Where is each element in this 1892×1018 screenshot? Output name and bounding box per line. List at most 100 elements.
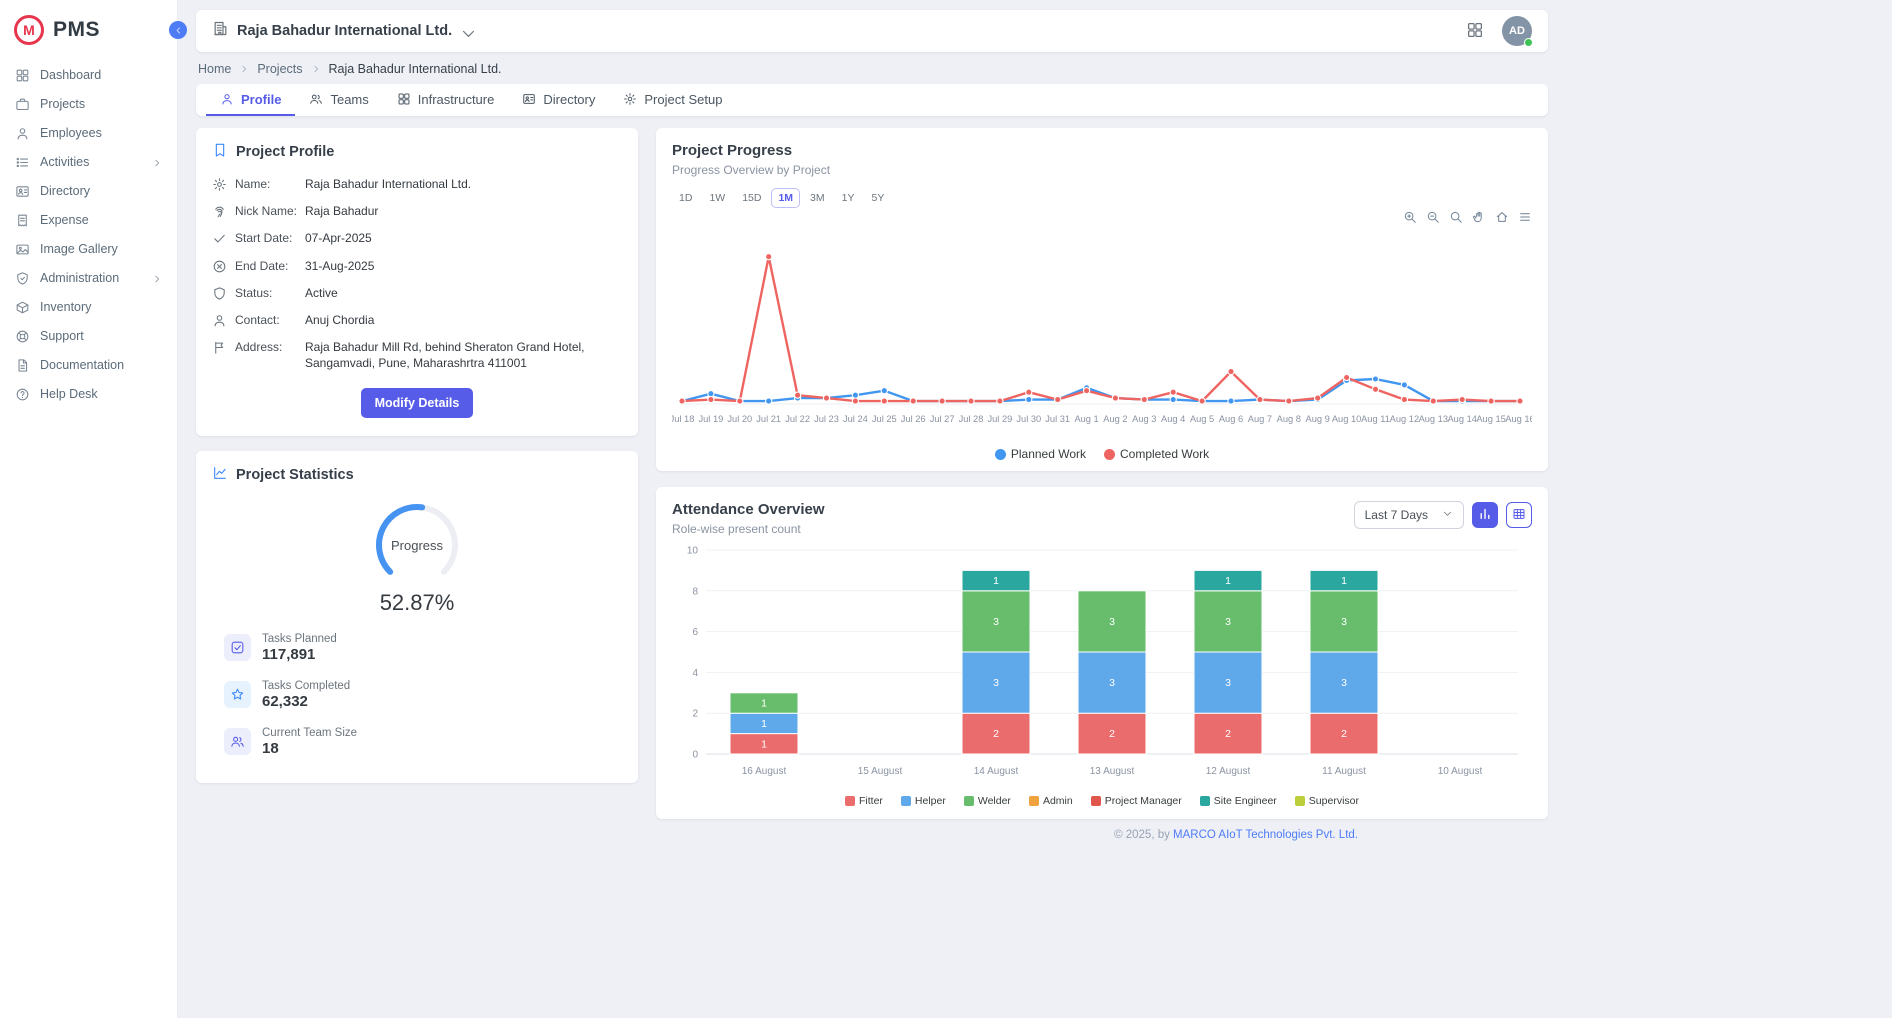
range-buttons: 1D1W15D1M3M1Y5Y <box>672 188 1532 208</box>
project-progress-chart[interactable]: Jul 18Jul 19Jul 20Jul 21Jul 22Jul 23Jul … <box>672 226 1532 438</box>
svg-text:Jul 21: Jul 21 <box>756 414 781 424</box>
svg-text:Aug 5: Aug 5 <box>1190 414 1214 424</box>
field-value: Raja Bahadur International Ltd. <box>305 176 471 192</box>
legend-marker <box>1091 796 1101 806</box>
range-button-3m[interactable]: 3M <box>803 188 832 208</box>
zoom-out-icon <box>1426 210 1440 224</box>
svg-text:6: 6 <box>692 627 698 638</box>
dashboard-icon <box>15 68 30 83</box>
sidebar-item-projects[interactable]: Projects <box>0 90 177 119</box>
range-button-1y[interactable]: 1Y <box>835 188 862 208</box>
attendance-chart[interactable]: 024681011116 August15 August233114 Augus… <box>672 536 1532 786</box>
pan-icon <box>1472 210 1486 224</box>
stat-tasks-planned: Tasks Planned117,891 <box>212 633 622 663</box>
chevron-left-icon <box>174 26 183 35</box>
sidebar-item-activities[interactable]: Activities <box>0 148 177 177</box>
tab-infrastructure[interactable]: Infrastructure <box>383 84 509 116</box>
chevron-down-icon <box>460 25 473 38</box>
user-avatar[interactable]: AD <box>1502 16 1532 46</box>
field-value: Active <box>305 285 338 301</box>
chart-tool-zoom-out[interactable] <box>1426 210 1440 226</box>
zoom-in-icon <box>1403 210 1417 224</box>
sidebar-collapse-button[interactable] <box>169 21 187 39</box>
legend-label: Welder <box>978 795 1011 807</box>
profile-field-name: Name:Raja Bahadur International Ltd. <box>212 176 622 192</box>
footer-link[interactable]: MARCO AIoT Technologies Pvt. Ltd. <box>1173 829 1358 841</box>
sidebar-item-label: Help Desk <box>40 387 98 402</box>
app-logo[interactable]: M PMS <box>0 0 177 57</box>
modify-details-button[interactable]: Modify Details <box>361 388 474 418</box>
sidebar-item-inventory[interactable]: Inventory <box>0 293 177 322</box>
sidebar-item-dashboard[interactable]: Dashboard <box>0 61 177 90</box>
range-button-1d[interactable]: 1D <box>672 188 699 208</box>
building-icon <box>212 20 229 37</box>
line-chart-legend: Planned Work Completed Work <box>672 447 1532 461</box>
chart-tool-zoom[interactable] <box>1449 210 1463 226</box>
attendance-range-select[interactable]: Last 7 Days <box>1354 501 1464 529</box>
chart-tool-home[interactable] <box>1495 210 1509 226</box>
svg-text:Aug 15: Aug 15 <box>1476 414 1505 424</box>
legend-fitter[interactable]: Fitter <box>845 795 883 807</box>
legend-welder[interactable]: Welder <box>964 795 1011 807</box>
legend-site-engineer[interactable]: Site Engineer <box>1200 795 1277 807</box>
activities-icon <box>15 155 30 170</box>
sidebar-item-label: Activities <box>40 155 89 170</box>
tab-project-setup[interactable]: Project Setup <box>609 84 736 116</box>
sidebar-item-label: Dashboard <box>40 68 101 83</box>
company-selector[interactable]: Raja Bahadur International Ltd. <box>212 20 473 42</box>
sidebar-item-directory[interactable]: Directory <box>0 177 177 206</box>
tab-teams[interactable]: Teams <box>295 84 382 116</box>
table-view-toggle[interactable] <box>1506 502 1532 528</box>
legend-supervisor[interactable]: Supervisor <box>1295 795 1359 807</box>
chart-tool-pan[interactable] <box>1472 210 1486 226</box>
legend-marker <box>1295 796 1305 806</box>
statistics-card-title-text: Project Statistics <box>236 467 354 483</box>
svg-text:Jul 19: Jul 19 <box>698 414 723 424</box>
sidebar-item-expense[interactable]: Expense <box>0 206 177 235</box>
tab-profile[interactable]: Profile <box>206 84 295 116</box>
sidebar-item-administration[interactable]: Administration <box>0 264 177 293</box>
svg-text:Aug 16: Aug 16 <box>1505 414 1532 424</box>
online-status-dot <box>1524 38 1533 47</box>
chart-tool-zoom-in[interactable] <box>1403 210 1417 226</box>
legend-helper[interactable]: Helper <box>901 795 946 807</box>
sidebar-item-documentation[interactable]: Documentation <box>0 351 177 380</box>
tab-directory[interactable]: Directory <box>508 84 609 116</box>
chart-tool-menu[interactable] <box>1518 210 1532 226</box>
check-icon <box>212 231 227 246</box>
svg-text:Jul 25: Jul 25 <box>872 414 897 424</box>
svg-text:Jul 24: Jul 24 <box>843 414 868 424</box>
svg-text:Aug 3: Aug 3 <box>1132 414 1156 424</box>
legend-label: Supervisor <box>1309 795 1359 807</box>
svg-text:3: 3 <box>993 677 999 689</box>
profile-field-start-date: Start Date:07-Apr-2025 <box>212 230 622 246</box>
range-button-1w[interactable]: 1W <box>702 188 732 208</box>
user-icon <box>212 313 227 328</box>
stat-tasks-completed: Tasks Completed62,332 <box>212 680 622 710</box>
range-button-1m[interactable]: 1M <box>771 188 800 208</box>
svg-text:2: 2 <box>1341 728 1347 740</box>
bookmark-icon <box>212 142 228 162</box>
topbar: Raja Bahadur International Ltd. AD <box>196 10 1548 52</box>
legend-planned-work[interactable]: Planned Work <box>995 447 1086 461</box>
profile-field-address: Address:Raja Bahadur Mill Rd, behind She… <box>212 339 622 371</box>
legend-admin[interactable]: Admin <box>1029 795 1073 807</box>
legend-project-manager[interactable]: Project Manager <box>1091 795 1182 807</box>
sidebar-item-employees[interactable]: Employees <box>0 119 177 148</box>
chart-view-toggle[interactable] <box>1472 502 1498 528</box>
breadcrumb-item-projects[interactable]: Projects <box>257 62 302 76</box>
sidebar-item-image-gallery[interactable]: Image Gallery <box>0 235 177 264</box>
stat-value: 62,332 <box>262 693 350 710</box>
field-label: End Date: <box>235 258 297 274</box>
sidebar-item-help-desk[interactable]: Help Desk <box>0 380 177 409</box>
tab-bar: ProfileTeamsInfrastructureDirectoryProje… <box>196 84 1548 116</box>
attendance-subtitle: Role-wise present count <box>672 522 825 536</box>
breadcrumb-item-home[interactable]: Home <box>198 62 231 76</box>
statistics-card-title: Project Statistics <box>212 465 622 485</box>
apps-grid-button[interactable] <box>1466 21 1486 41</box>
legend-completed-work[interactable]: Completed Work <box>1104 447 1209 461</box>
sidebar-item-support[interactable]: Support <box>0 322 177 351</box>
range-button-5y[interactable]: 5Y <box>864 188 891 208</box>
range-button-15d[interactable]: 15D <box>735 188 768 208</box>
legend-label: Site Engineer <box>1214 795 1277 807</box>
